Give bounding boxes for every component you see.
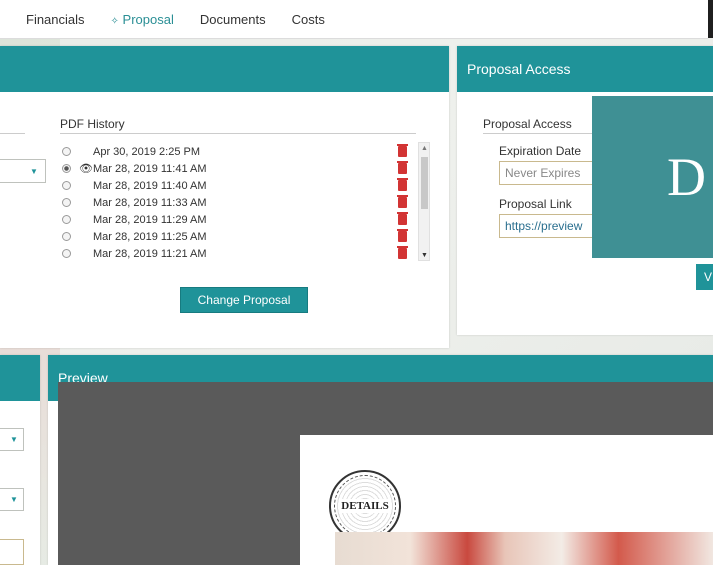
leaf-icon: ✧ [110,15,119,27]
trash-icon[interactable] [397,144,408,157]
trash-icon[interactable] [397,195,408,208]
history-row[interactable]: Mar 28, 2019 11:25 AM [62,228,207,245]
options-panel [0,355,40,565]
radio-button[interactable] [62,215,71,224]
preview-photo [335,532,713,565]
history-date: Mar 28, 2019 11:25 AM [93,230,207,243]
panel-header [0,46,449,92]
trash-icon[interactable] [397,178,408,191]
radio-button[interactable] [62,181,71,190]
history-row[interactable]: Mar 28, 2019 11:33 AM [62,194,207,211]
history-row[interactable]: 👁 Mar 28, 2019 11:41 AM [62,160,207,177]
trash-icon[interactable] [397,246,408,259]
history-row[interactable]: Mar 28, 2019 11:21 AM [62,245,207,262]
chevron-down-icon: ▼ [10,435,18,444]
change-proposal-button[interactable]: Change Proposal [180,287,308,313]
panel-header [0,355,40,401]
logo-text: DETAILS [339,499,391,513]
history-date: Mar 28, 2019 11:33 AM [93,196,207,209]
radio-button[interactable] [62,232,71,241]
divider [60,133,416,134]
trash-icon[interactable] [397,161,408,174]
tab-financials[interactable]: Financials [26,12,85,27]
tab-costs[interactable]: Costs [292,12,325,27]
radio-button[interactable] [62,164,71,173]
trash-icon[interactable] [397,229,408,242]
trash-icon[interactable] [397,212,408,225]
history-date: Mar 28, 2019 11:41 AM [93,162,207,175]
eye-icon: 👁 [79,163,93,175]
chevron-down-icon: ▼ [30,167,38,176]
tab-proposal[interactable]: ✧ Proposal [111,12,174,27]
tab-proposal-label: Proposal [122,11,174,27]
details-logo-inner: DETAILS [334,475,396,537]
window-edge [708,0,713,38]
proposal-access-header: Proposal Access [457,46,713,92]
history-scrollbar[interactable]: ▲ ▼ [418,142,430,261]
proposal-link-label: Proposal Link [499,197,572,211]
divider [0,133,25,134]
chevron-down-icon: ▼ [10,495,18,504]
history-row[interactable]: Mar 28, 2019 11:29 AM [62,211,207,228]
pdf-history-title: PDF History [60,117,125,131]
radio-button[interactable] [62,198,71,207]
logo-overlay: D [592,96,713,258]
history-date: Mar 28, 2019 11:40 AM [93,179,207,192]
radio-button[interactable] [62,147,71,156]
history-date: Mar 28, 2019 11:29 AM [93,213,207,226]
tab-documents[interactable]: Documents [200,12,266,27]
radio-button[interactable] [62,249,71,258]
history-row[interactable]: Apr 30, 2019 2:25 PM [62,143,200,160]
history-date: Apr 30, 2019 2:25 PM [93,145,201,158]
option-select[interactable]: ▼ [0,488,24,511]
option-select[interactable]: ▼ [0,428,24,451]
view-button[interactable]: V [696,264,713,290]
scroll-thumb[interactable] [421,157,428,209]
expiration-date-label: Expiration Date [499,144,582,158]
scroll-down-icon[interactable]: ▼ [421,252,428,259]
history-date: Mar 28, 2019 11:21 AM [93,247,207,260]
scroll-up-icon[interactable]: ▲ [421,145,428,152]
option-input[interactable] [0,539,24,565]
proposal-access-section-title: Proposal Access [483,117,572,131]
template-select[interactable]: ▼ [0,159,46,183]
proposal-link-input[interactable]: https://preview [499,214,599,238]
history-row[interactable]: Mar 28, 2019 11:40 AM [62,177,207,194]
top-nav: Financials ✧ Proposal Documents Costs [0,0,708,39]
expiration-date-input[interactable]: Never Expires [499,161,599,185]
